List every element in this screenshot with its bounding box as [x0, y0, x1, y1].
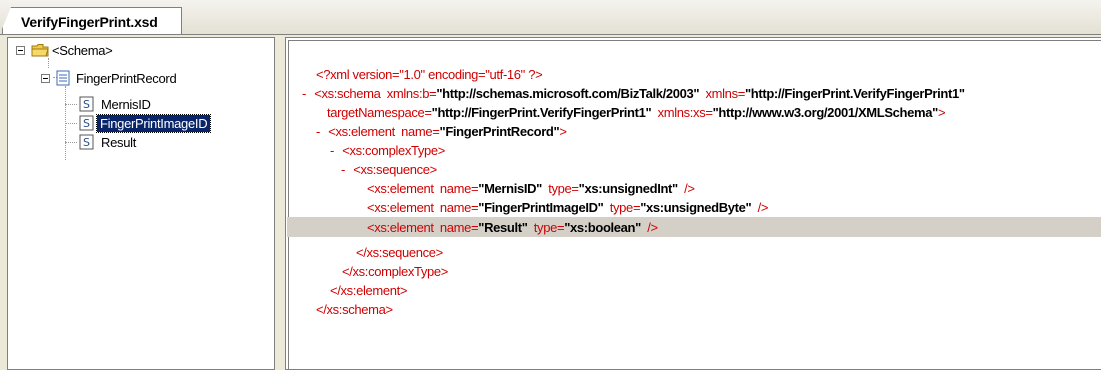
tree-label-field: FingerPrintImageID	[95, 113, 212, 133]
tree-label-record: FingerPrintRecord	[76, 70, 177, 86]
tab-divider	[0, 34, 1101, 35]
svg-text:S: S	[83, 136, 90, 149]
xml-eq: =	[705, 105, 713, 120]
xml-eq: =	[432, 124, 440, 139]
xml-value: "http://www.w3.org/2001/XMLSchema"	[712, 105, 939, 120]
xml-tag: </xs:sequence>	[356, 245, 443, 260]
tree-connector	[65, 142, 77, 143]
collapse-toggle[interactable]: -	[316, 124, 320, 139]
tree-node-field-selected[interactable]: S FingerPrintImageID	[79, 113, 212, 133]
xml-value: "Result"	[478, 220, 528, 235]
tab-verifyfingerprint-xsd[interactable]: VerifyFingerPrint.xsd	[2, 7, 182, 35]
tree-node-field[interactable]: S MernisID	[79, 94, 154, 114]
xml-attr: targetNamespace	[327, 105, 425, 120]
tree-node-field[interactable]: S Result	[79, 132, 139, 152]
xml-line: </xs:complexType>	[342, 262, 448, 281]
xml-line[interactable]: - <xs:element name="FingerPrintRecord">	[316, 122, 567, 141]
xml-line: <xs:element name="Result" type="xs:boole…	[367, 220, 658, 235]
xml-tag: >	[937, 105, 946, 120]
xml-tag: >	[559, 124, 567, 139]
xml-value: "FingerPrintImageID"	[478, 200, 604, 215]
xml-line: targetNamespace="http://FingerPrint.Veri…	[327, 103, 946, 122]
svg-text:S: S	[83, 117, 90, 130]
xml-tag: <xs:element	[367, 181, 434, 196]
xml-tag: <xs:complexType>	[342, 143, 446, 158]
pane-splitter[interactable]	[275, 37, 285, 370]
collapse-icon[interactable]	[41, 73, 50, 83]
xml-attr: xmlns:xs	[657, 105, 706, 120]
xml-value: "http://FingerPrint.VerifyFingerPrint1"	[431, 105, 652, 120]
xml-attr: name	[401, 124, 433, 139]
xml-attr: type	[609, 200, 634, 215]
xml-tag: <xs:element	[328, 124, 395, 139]
xml-value: "xs:boolean"	[564, 220, 641, 235]
xml-tag: </xs:element>	[330, 283, 408, 298]
xml-value: "MernisID"	[478, 181, 542, 196]
tree-connector	[65, 123, 77, 124]
xml-tag: </xs:complexType>	[342, 264, 449, 279]
collapse-toggle[interactable]: -	[341, 162, 345, 177]
xml-tag: </xs:schema>	[316, 302, 393, 317]
collapse-icon[interactable]	[16, 45, 25, 55]
svg-text:S: S	[83, 98, 90, 111]
xml-attr: type	[533, 220, 558, 235]
xml-declaration: <?xml version="1.0" encoding="utf-16" ?>	[316, 67, 543, 82]
schema-tree-pane[interactable]: <Schema> FingerPrintRecord S MernisID S …	[7, 37, 275, 370]
xml-value: "http://FingerPrint.VerifyFingerPrint1"	[744, 86, 965, 101]
tree-node-schema[interactable]: <Schema>	[16, 40, 115, 60]
tree-label-schema: <Schema>	[52, 42, 113, 58]
tree-label-field: MernisID	[101, 96, 151, 112]
xml-value: "xs:unsignedByte"	[640, 200, 752, 215]
xml-attr: name	[439, 181, 471, 196]
xml-value: "FingerPrintRecord"	[439, 124, 560, 139]
xml-attr: type	[548, 181, 572, 196]
collapse-toggle[interactable]: -	[302, 86, 306, 101]
xml-attr: name	[439, 200, 471, 215]
tab-title: VerifyFingerPrint.xsd	[21, 13, 158, 30]
folder-icon	[31, 43, 49, 57]
xml-tag: <xs:sequence>	[353, 162, 437, 177]
xml-value: "xs:unsignedInt"	[578, 181, 679, 196]
xml-attr: xmlns	[705, 86, 739, 101]
field-element-icon: S	[79, 134, 94, 150]
xml-eq: =	[737, 86, 746, 101]
collapse-toggle[interactable]: -	[330, 143, 334, 158]
xml-line[interactable]: - <xs:complexType>	[330, 141, 445, 160]
xml-line: </xs:sequence>	[356, 243, 443, 262]
xml-line: </xs:element>	[330, 281, 407, 300]
xml-line: <?xml version="1.0" encoding="utf-16" ?>	[316, 65, 543, 84]
xml-value: "http://schemas.microsoft.com/BizTalk/20…	[436, 86, 700, 101]
xml-tag: <xs:element	[367, 200, 434, 215]
xml-tag: <xs:element	[367, 220, 434, 235]
xml-attr: xmlns:b	[386, 86, 430, 101]
xml-tag: <xs:schema	[314, 86, 381, 101]
xml-tag: />	[647, 220, 658, 235]
tree-label-field: Result	[101, 134, 137, 150]
xml-line[interactable]: - <xs:schema xmlns:b = "http://schemas.mic…	[302, 84, 965, 103]
field-element-icon: S	[79, 96, 94, 112]
xml-eq: =	[424, 105, 432, 120]
xml-line: <xs:element name="MernisID" type="xs:uns…	[367, 181, 695, 196]
document-tab-bar: VerifyFingerPrint.xsd	[0, 0, 1101, 35]
xml-line[interactable]: - <xs:sequence>	[341, 160, 437, 179]
record-icon	[56, 70, 70, 86]
tree-node-record[interactable]: FingerPrintRecord	[41, 68, 179, 88]
tree-connector	[65, 104, 77, 105]
field-element-icon: S	[79, 115, 94, 131]
xml-tag: />	[684, 181, 695, 196]
xml-line-selected: <xs:element name="FingerPrintImageID" ty…	[367, 200, 769, 215]
xml-attr: name	[439, 220, 471, 235]
xml-tag: />	[757, 200, 769, 215]
xml-line: </xs:schema>	[316, 300, 393, 319]
